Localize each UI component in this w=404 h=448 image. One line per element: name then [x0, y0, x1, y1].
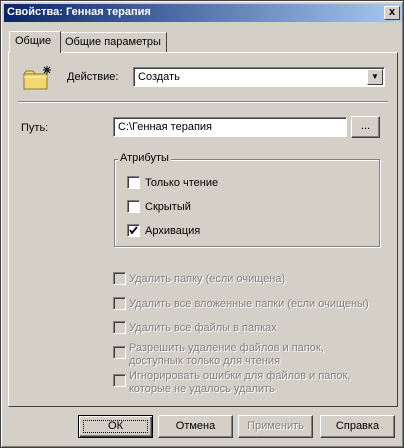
apply-button-label: Применить: [247, 420, 304, 432]
delete-subfolders-label[interactable]: Удалить все вложенные папки (если очищен…: [129, 298, 369, 310]
path-input-value: C:\Генная терапия: [118, 121, 212, 133]
delete-subfolders-checkbox[interactable]: [113, 297, 126, 310]
help-button[interactable]: Справка: [320, 415, 395, 438]
focus-rect: [83, 420, 148, 433]
title-bar: Свойства: Генная терапия x: [4, 4, 402, 22]
browse-button-label: ...: [360, 120, 371, 132]
action-select[interactable]: Создать ▼: [133, 67, 385, 87]
hidden-label[interactable]: Скрытый: [145, 201, 191, 213]
window-title: Свойства: Генная терапия: [7, 6, 151, 18]
action-select-value: Создать: [138, 71, 180, 83]
delete-folder-label[interactable]: Удалить папку (если очищена): [129, 273, 285, 285]
readonly-label[interactable]: Только чтение: [145, 177, 218, 189]
cancel-button-label: Отмена: [175, 420, 216, 432]
archive-label[interactable]: Архивация: [145, 225, 200, 237]
path-input[interactable]: C:\Генная терапия: [113, 117, 347, 137]
chevron-down-icon[interactable]: ▼: [367, 69, 383, 85]
archive-checkbox[interactable]: [127, 224, 140, 237]
close-button[interactable]: x: [384, 6, 400, 20]
ignore-errors-label-line2[interactable]: которые не удалось удалить: [129, 383, 275, 395]
properties-dialog: Свойства: Генная терапия x Общие парамет…: [0, 0, 404, 448]
tab-label: Общие: [15, 35, 52, 47]
allow-delete-readonly-checkbox[interactable]: [113, 346, 126, 359]
allow-delete-readonly-label-line2[interactable]: доступных только для чтения: [129, 355, 280, 367]
apply-button[interactable]: Применить: [238, 415, 313, 438]
delete-folder-checkbox[interactable]: [113, 272, 126, 285]
allow-delete-readonly-label[interactable]: Разрешить удаление файлов и папок,: [129, 342, 324, 354]
action-label: Действие:: [67, 71, 119, 83]
hidden-checkbox[interactable]: [127, 200, 140, 213]
tab-general-params[interactable]: Общие параметры: [59, 32, 167, 52]
help-button-label: Справка: [335, 420, 380, 432]
delete-files-label[interactable]: Удалить все файлы в папках: [129, 322, 277, 334]
tab-label: Общие параметры: [65, 36, 161, 48]
ignore-errors-checkbox[interactable]: [113, 374, 126, 387]
ok-button[interactable]: ОК: [78, 415, 153, 438]
path-label: Путь:: [21, 122, 49, 134]
close-icon: x: [388, 6, 396, 18]
attributes-title: Атрибуты: [118, 152, 171, 164]
checkmark-icon: [129, 226, 138, 235]
tab-general[interactable]: Общие: [9, 31, 61, 53]
delete-files-checkbox[interactable]: [113, 321, 126, 334]
new-folder-icon: [23, 66, 51, 90]
browse-button[interactable]: ...: [351, 116, 380, 138]
cancel-button[interactable]: Отмена: [158, 415, 233, 438]
separator-highlight: [18, 102, 388, 103]
ignore-errors-label[interactable]: Игнорировать ошибки для файлов и папок,: [129, 370, 350, 382]
readonly-checkbox[interactable]: [127, 176, 140, 189]
